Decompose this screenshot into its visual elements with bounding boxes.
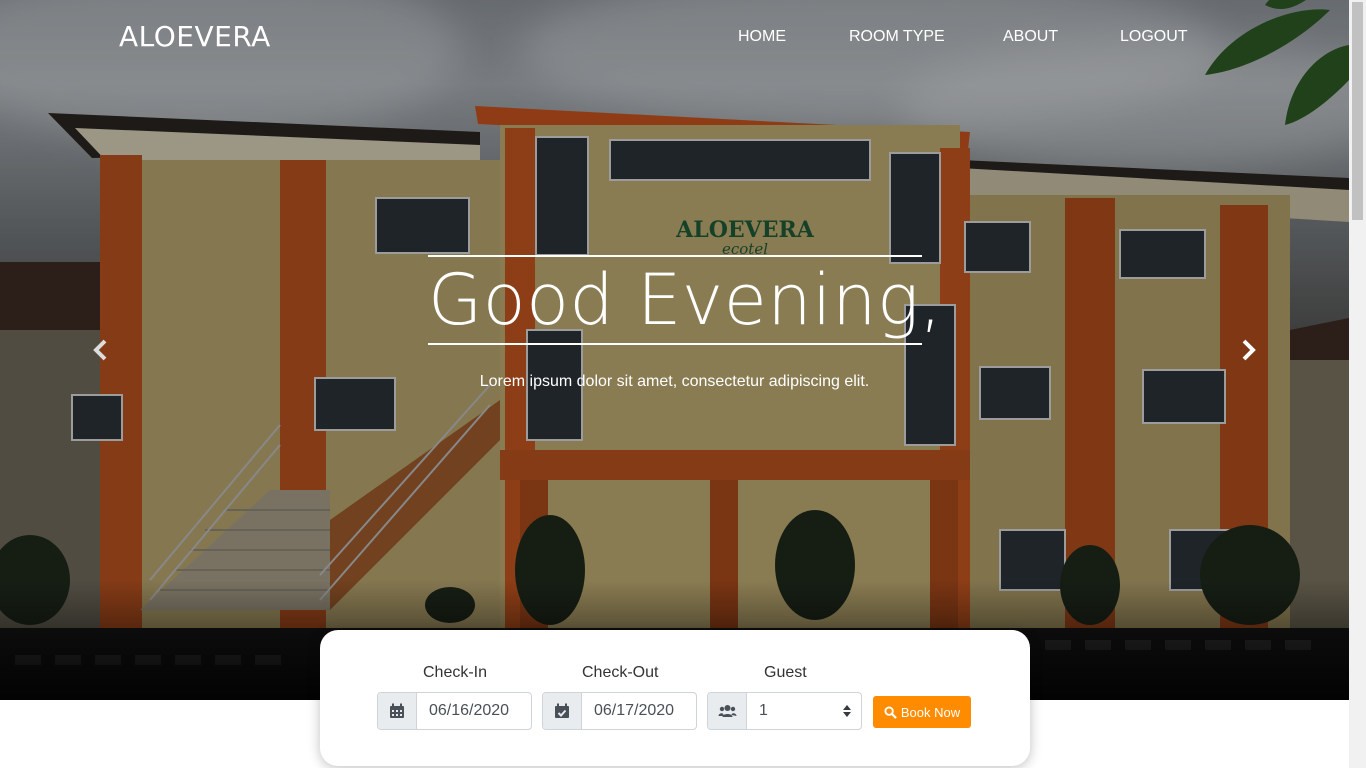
- nav-about[interactable]: ABOUT: [1003, 28, 1058, 46]
- page-scrollbar[interactable]: [1349, 0, 1366, 768]
- hero-subtitle: Lorem ipsum dolor sit amet, consectetur …: [479, 373, 870, 390]
- nav-logout[interactable]: LOGOUT: [1120, 28, 1188, 46]
- checkin-label: Check-In: [423, 664, 488, 681]
- book-now-button[interactable]: Book Now: [873, 696, 971, 728]
- hero-caption: Good Evening,: [428, 255, 943, 345]
- guest-select[interactable]: 1: [707, 692, 862, 730]
- guest-select-field[interactable]: 1: [747, 693, 861, 729]
- nav-room-type[interactable]: ROOM TYPE: [849, 28, 945, 46]
- carousel-next-button[interactable]: [1236, 337, 1260, 363]
- users-icon: [708, 693, 747, 729]
- checkout-date-value[interactable]: 06/17/2020: [582, 693, 696, 729]
- brand-logo[interactable]: ALOEVERA: [119, 20, 271, 53]
- caption-bottom-rule: [428, 343, 922, 345]
- checkout-label: Check-Out: [582, 664, 659, 681]
- carousel-prev-button[interactable]: [89, 337, 113, 363]
- calendar-icon: [378, 693, 417, 729]
- book-now-label: Book Now: [900, 704, 961, 720]
- select-arrows-icon: [843, 705, 851, 717]
- booking-panel: Check-In Check-Out Guest 06/16/2020 06/1…: [320, 630, 1030, 766]
- greeting-heading: Good Evening,: [428, 259, 943, 341]
- scrollbar-thumb[interactable]: [1352, 2, 1363, 220]
- checkout-date-field[interactable]: 06/17/2020: [542, 692, 697, 730]
- checkin-date-field[interactable]: 06/16/2020: [377, 692, 532, 730]
- calendar-check-icon: [543, 693, 582, 729]
- hero-carousel: ALOEVERA ecotel Good Evening, Lorem ipsu…: [0, 0, 1349, 700]
- chevron-right-icon: [1242, 339, 1256, 361]
- guest-label: Guest: [764, 664, 807, 681]
- search-icon: [884, 705, 897, 719]
- checkin-date-value[interactable]: 06/16/2020: [417, 693, 531, 729]
- guest-value: 1: [759, 702, 768, 719]
- chevron-left-icon: [93, 339, 107, 361]
- nav-home[interactable]: HOME: [738, 28, 786, 46]
